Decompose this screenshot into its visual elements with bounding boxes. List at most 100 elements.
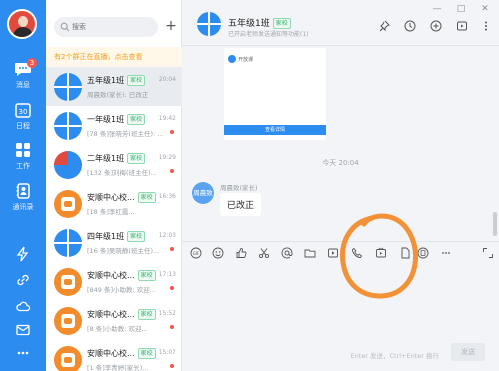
conversation-preview: [16 条]吴晓静(班主任)... — [87, 247, 160, 255]
add-button[interactable]: + — [164, 19, 178, 33]
minimize-button[interactable]: — — [432, 4, 442, 14]
conversation-avatar — [54, 112, 82, 140]
more-dots-icon — [17, 351, 29, 355]
search-icon — [60, 22, 70, 32]
conversation-item[interactable]: 五年级1班 家校 20:04 周晨致(家长): 已改正 — [46, 67, 182, 106]
message-input[interactable] — [190, 269, 490, 339]
app-window: 3 消息 30 日程 工作 通讯录 搜索 + 有2个群正在直播，点击查看 五年级… — [0, 0, 499, 371]
phone-icon[interactable] — [351, 247, 363, 259]
card-brand: 开放课 — [238, 57, 254, 63]
scissors-icon[interactable] — [258, 247, 270, 259]
unread-dot — [170, 364, 174, 368]
unread-dot — [170, 130, 174, 134]
conversation-preview: [18 条]李红霞... — [87, 208, 135, 216]
search-box[interactable] — [54, 17, 158, 37]
chat-title-tag: 家校 — [272, 18, 291, 29]
conversation-name-text: 安顺中心校... — [87, 193, 135, 202]
chat-panel: 五年级1班 家校 已开启老师发送通知等功能(1) — □ ✕ 开放课 查看详情 今… — [182, 0, 499, 371]
live-banner[interactable]: 有2个群正在直播，点击查看 — [46, 47, 182, 67]
copy-icon[interactable] — [417, 247, 429, 259]
nav-item-work[interactable]: 工作 — [0, 141, 46, 171]
message-input-area: Enter 发送，Ctrl+Enter 换行 发送 — [182, 263, 499, 371]
more-icon[interactable] — [480, 20, 492, 32]
doc-icon[interactable] — [399, 247, 411, 259]
message-bubble[interactable]: 已改正 — [220, 193, 262, 216]
nav-item-calendar[interactable]: 30 日程 — [0, 101, 46, 131]
conversation-time: 20:04 — [158, 76, 176, 83]
conversation-time: 16:36 — [158, 193, 176, 200]
thumbs-up-icon[interactable] — [235, 247, 247, 259]
expand-icon[interactable] — [482, 247, 494, 259]
conversation-time: 15:52 — [158, 310, 176, 317]
live-stream-icon[interactable] — [375, 247, 387, 259]
add-member-icon[interactable] — [430, 20, 442, 32]
mail-icon — [16, 324, 30, 336]
lightning-button[interactable] — [0, 246, 46, 266]
card-button[interactable]: 查看详情 — [224, 125, 326, 135]
folder-icon[interactable] — [304, 247, 316, 259]
maximize-button[interactable]: □ — [456, 4, 466, 14]
conversation-name-text: 五年级1班 — [87, 76, 125, 85]
conversation-name-text: 四年级1班 — [87, 232, 125, 241]
conversation-item[interactable]: 安顺中心校... 家校 16:36 [18 条]李红霞... — [46, 184, 182, 223]
gif-icon[interactable]: GIF — [190, 247, 202, 259]
conversation-item[interactable]: 安顺中心校... 家校 15:07 [1 条]李青婷(家长)... — [46, 340, 182, 371]
chat-scrollbar[interactable] — [493, 212, 497, 236]
conversation-name-text: 安顺中心校... — [87, 310, 135, 319]
conversation-name: 安顺中心校... 家校 — [87, 348, 156, 359]
nav-item-contacts[interactable]: 通讯录 — [0, 182, 46, 212]
conversation-tag: 家校 — [137, 192, 156, 203]
more-button[interactable] — [0, 345, 46, 365]
conversation-name-text: 安顺中心校... — [87, 271, 135, 280]
conversation-name: 五年级1班 家校 — [87, 75, 146, 86]
chat-subtitle: 已开启老师发送通知等功能(1) — [228, 31, 309, 38]
conversation-tag: 家校 — [137, 348, 156, 359]
avatar-tile — [68, 151, 82, 165]
clock-icon[interactable] — [404, 20, 416, 32]
chat-title: 五年级1班 家校 — [228, 16, 291, 29]
cloud-button[interactable] — [0, 298, 46, 318]
conversation-tag: 家校 — [127, 114, 146, 125]
conversation-item[interactable]: 安顺中心校... 家校 15:52 [8 条]小助教: 欢迎... — [46, 301, 182, 340]
conversation-preview: 周晨致(家长): 已改正 — [87, 91, 149, 99]
avatar[interactable] — [7, 9, 37, 39]
more-dots-icon[interactable] — [440, 247, 452, 259]
apps-grid-icon — [16, 143, 30, 157]
mail-button[interactable] — [0, 322, 46, 342]
conversation-avatar — [54, 307, 82, 335]
send-button[interactable]: 发送 — [451, 343, 485, 361]
unread-dot — [170, 169, 174, 173]
conversation-time: 19:29 — [158, 154, 176, 161]
chat-title-text: 五年级1班 — [228, 19, 270, 29]
svg-text:GIF: GIF — [193, 251, 200, 256]
live-icon[interactable] — [456, 20, 468, 32]
left-nav: 3 消息 30 日程 工作 通讯录 — [0, 0, 46, 371]
conversation-avatar — [54, 73, 82, 101]
conversation-item[interactable]: 安顺中心校... 家校 17:13 [849 条]小助教: 欢迎... — [46, 262, 182, 301]
video-icon[interactable] — [327, 247, 339, 259]
conversation-name: 一年级1班 家校 — [87, 114, 146, 125]
message-toolbar: GIF — [182, 241, 499, 263]
group-avatar[interactable] — [197, 12, 221, 36]
emoji-icon[interactable] — [212, 247, 224, 259]
pin-icon[interactable] — [378, 20, 390, 32]
conversation-item[interactable]: 一年级1班 家校 19:42 [78 条]张晓芳(班主任): ... — [46, 106, 182, 145]
shared-card-message[interactable]: 开放课 查看详情 — [224, 48, 326, 140]
avatar-face — [18, 16, 28, 27]
nav-item-messages[interactable]: 3 消息 — [0, 58, 46, 90]
unread-badge: 3 — [27, 58, 37, 68]
conversation-item[interactable]: 四年级1班 家校 12:03 [16 条]吴晓静(班主任)... — [46, 223, 182, 262]
conversation-list: + 有2个群正在直播，点击查看 五年级1班家校 20:04 周晨致(家长): 已改正… — [46, 0, 182, 371]
at-icon[interactable] — [281, 247, 293, 259]
school-logo-icon — [61, 275, 75, 289]
link-button[interactable] — [0, 272, 46, 292]
sender-name: 周晨致(家长) — [220, 184, 258, 192]
nav-label-calendar: 日程 — [16, 122, 30, 130]
conversation-tag: 家校 — [137, 309, 156, 320]
school-logo-icon — [61, 353, 75, 367]
conversation-item[interactable]: 二年级1班 家校 19:29 [132 条]刘梅(班主任)... — [46, 145, 182, 184]
search-input[interactable] — [72, 19, 152, 35]
nav-label-contacts: 通讯录 — [12, 203, 34, 211]
close-button[interactable]: ✕ — [480, 4, 490, 14]
sender-avatar[interactable]: 周晨致 — [192, 182, 214, 204]
